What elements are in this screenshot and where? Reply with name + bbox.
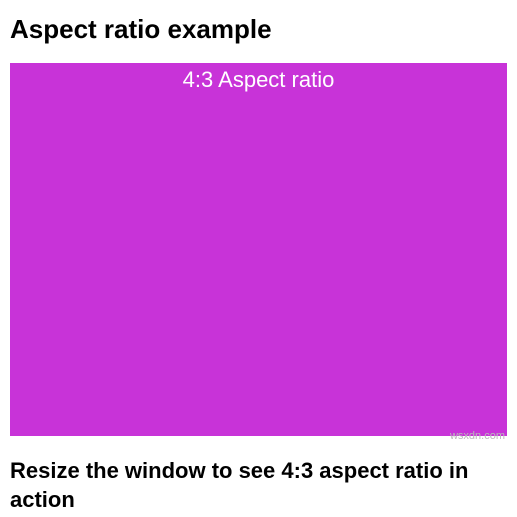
watermark-text: wsxdn.com <box>450 430 505 442</box>
aspect-ratio-box: 4:3 Aspect ratio <box>10 63 507 436</box>
caption-text: Resize the window to see 4:3 aspect rati… <box>10 456 490 515</box>
page-title: Aspect ratio example <box>10 14 507 45</box>
aspect-ratio-label: 4:3 Aspect ratio <box>10 67 507 93</box>
